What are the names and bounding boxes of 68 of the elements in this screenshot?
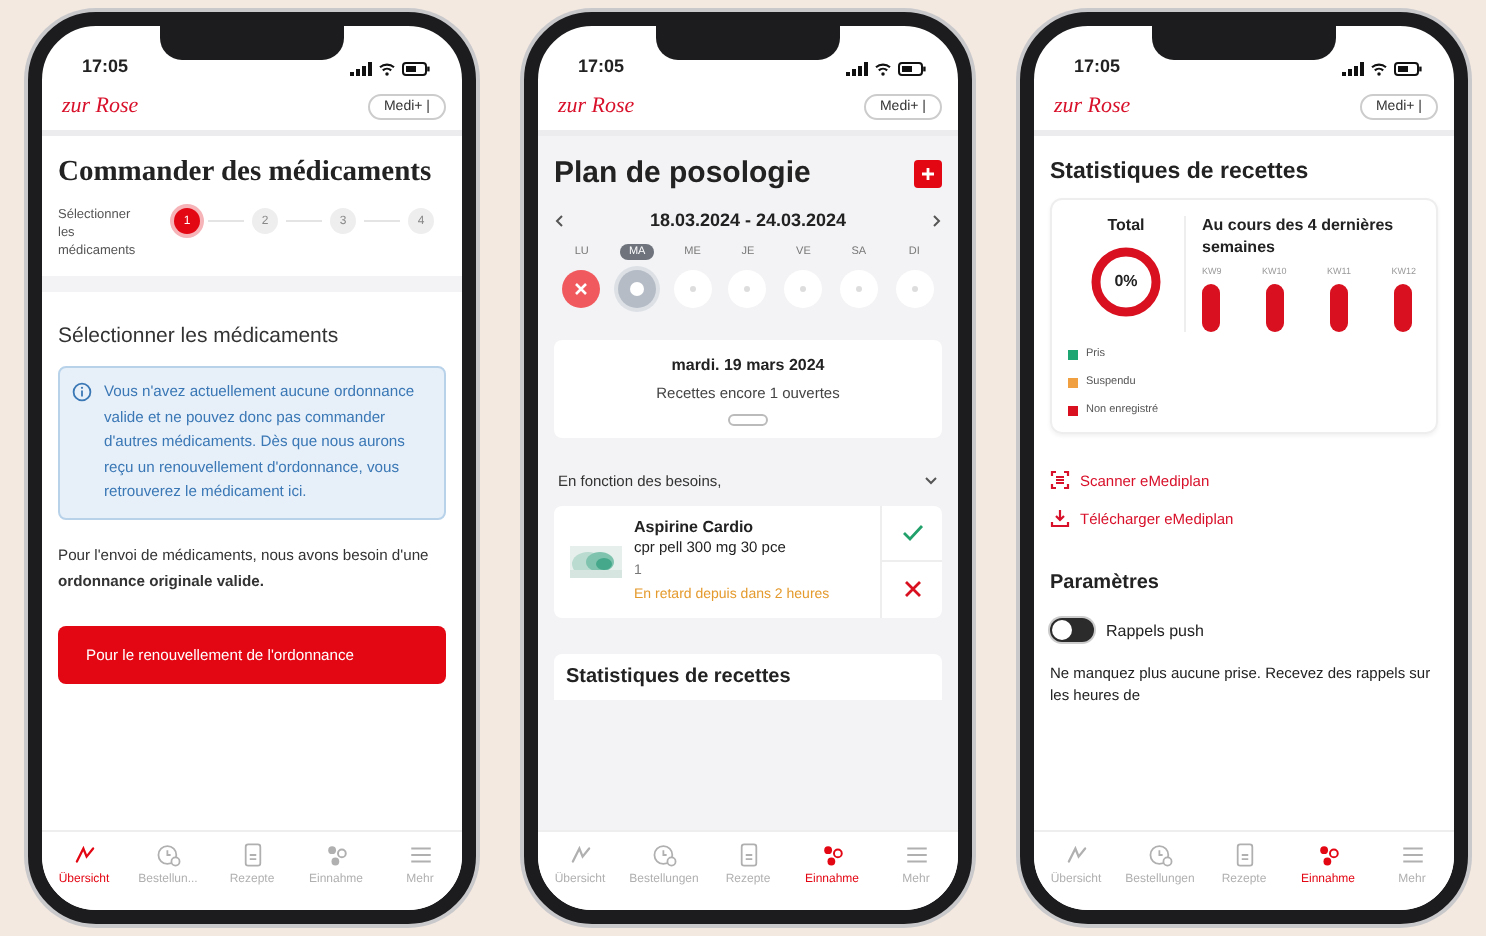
pills-icon bbox=[1315, 842, 1341, 868]
wifi-icon bbox=[874, 62, 892, 76]
pills-icon bbox=[323, 842, 349, 868]
clock-icon bbox=[651, 842, 677, 868]
day-marker[interactable] bbox=[728, 270, 767, 308]
current-day-marker[interactable] bbox=[618, 270, 657, 308]
menu-icon bbox=[903, 842, 929, 868]
chevron-icon[interactable] bbox=[924, 476, 938, 486]
signal-icon bbox=[1342, 62, 1364, 76]
signal-icon bbox=[846, 62, 868, 76]
progress-ring bbox=[1088, 244, 1164, 320]
document-icon bbox=[1231, 842, 1257, 868]
menu-icon bbox=[407, 842, 433, 868]
day-marker[interactable] bbox=[784, 270, 823, 308]
date-range: 18.03.2024 - 24.03.2024 bbox=[649, 210, 847, 230]
clock-icon bbox=[155, 842, 181, 868]
document-icon bbox=[735, 842, 761, 868]
medication-name: Aspirine Cardio bbox=[634, 518, 756, 536]
section-title: Sélectionner les médicaments bbox=[58, 324, 341, 348]
day-marker[interactable] bbox=[673, 270, 712, 308]
chevron-left-icon[interactable] bbox=[554, 213, 564, 227]
weeks-title: Au cours des 4 dernières semaines bbox=[1202, 216, 1396, 258]
day-date: mardi. 19 mars 2024 bbox=[669, 356, 827, 374]
page-title: Plan de posologie bbox=[554, 156, 811, 190]
pills-icon bbox=[819, 842, 845, 868]
logo-icon bbox=[1063, 842, 1089, 868]
app-logo: zur Rose bbox=[62, 94, 139, 118]
document-icon bbox=[239, 842, 265, 868]
logo-icon bbox=[71, 842, 97, 868]
wifi-icon bbox=[1370, 62, 1388, 76]
battery-icon bbox=[898, 62, 926, 76]
page-title: Statistiques de recettes bbox=[1050, 160, 1311, 184]
week-bar bbox=[1265, 284, 1284, 332]
add-button[interactable] bbox=[914, 159, 942, 187]
battery-icon bbox=[402, 62, 430, 76]
close-icon bbox=[574, 282, 589, 296]
section-title: Paramètres bbox=[1050, 572, 1161, 594]
toggle-label: Rappels push bbox=[1106, 621, 1204, 639]
status-time: 17:05 bbox=[578, 56, 625, 76]
week-bar bbox=[1394, 284, 1413, 332]
app-logo: zur Rose bbox=[558, 94, 635, 118]
status-time: 17:05 bbox=[82, 56, 129, 76]
drag-handle[interactable] bbox=[728, 414, 768, 426]
info-icon bbox=[72, 382, 92, 402]
menu-icon bbox=[1399, 842, 1425, 868]
percentage-label: 0% bbox=[1112, 272, 1140, 290]
week-bar bbox=[1329, 284, 1348, 332]
total-label: Total bbox=[1107, 216, 1145, 234]
toggle-switch[interactable] bbox=[1050, 618, 1094, 642]
status-time: 17:05 bbox=[1074, 56, 1121, 76]
page-title: Commander des médicaments bbox=[58, 156, 434, 190]
chevron-right-icon[interactable] bbox=[932, 213, 942, 227]
wifi-icon bbox=[378, 62, 396, 76]
check-icon bbox=[901, 524, 923, 543]
download-icon bbox=[1050, 508, 1070, 528]
section-title: Statistiques de recettes bbox=[566, 665, 791, 687]
close-icon bbox=[903, 580, 921, 599]
week-bar bbox=[1202, 284, 1221, 332]
logo-icon bbox=[567, 842, 593, 868]
day-marker[interactable] bbox=[839, 270, 878, 308]
app-logo: zur Rose bbox=[1054, 94, 1131, 118]
day-marker[interactable] bbox=[895, 270, 934, 308]
scan-icon bbox=[1050, 470, 1070, 490]
clock-icon bbox=[1147, 842, 1173, 868]
missed-day-marker[interactable] bbox=[562, 270, 601, 308]
plus-icon bbox=[920, 165, 936, 181]
signal-icon bbox=[350, 62, 372, 76]
battery-icon bbox=[1394, 62, 1422, 76]
